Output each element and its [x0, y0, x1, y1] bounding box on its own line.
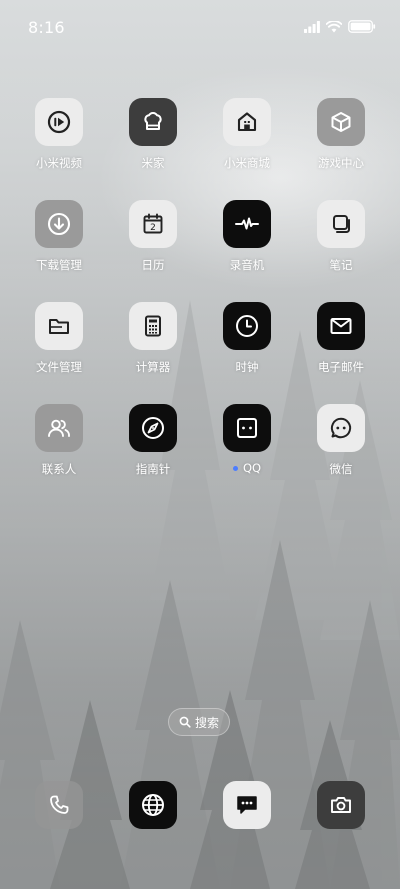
search-label: 搜索: [194, 715, 219, 730]
app-label: 时钟: [235, 360, 259, 374]
store-house-icon[interactable]: [223, 98, 271, 146]
status-time: 8:16: [28, 18, 65, 37]
clock-icon[interactable]: [223, 302, 271, 350]
app-label: 联系人: [41, 462, 77, 476]
app-label: 小米商城: [224, 156, 270, 170]
status-icons: [304, 20, 376, 33]
app-label: 录音机: [229, 258, 265, 272]
app-label: 文件管理: [36, 360, 82, 374]
browser-globe-icon[interactable]: [129, 781, 177, 829]
folder-icon[interactable]: [35, 302, 83, 350]
qq-icon[interactable]: [223, 404, 271, 452]
app-label: 微信: [329, 462, 353, 476]
battery-icon: [348, 20, 376, 33]
cube-icon[interactable]: [317, 98, 365, 146]
app-recorder[interactable]: 录音机: [200, 200, 294, 302]
dock-phone[interactable]: [12, 781, 106, 829]
app-label: 指南针: [135, 462, 171, 476]
dock: [12, 781, 388, 829]
contacts-icon[interactable]: [35, 404, 83, 452]
compass-icon[interactable]: [129, 404, 177, 452]
app-label: 米家: [141, 156, 165, 170]
app-notes[interactable]: 笔记: [294, 200, 388, 302]
play-circle-icon[interactable]: [35, 98, 83, 146]
phone-icon[interactable]: [35, 781, 83, 829]
calculator-icon[interactable]: [129, 302, 177, 350]
app-contacts[interactable]: 联系人: [12, 404, 106, 506]
app-label: QQ: [232, 461, 262, 475]
camera-icon[interactable]: [317, 781, 365, 829]
app-clock[interactable]: 时钟: [200, 302, 294, 404]
app-mi-store[interactable]: 小米商城: [200, 98, 294, 200]
app-mi-video[interactable]: 小米视频: [12, 98, 106, 200]
chef-hat-icon[interactable]: [129, 98, 177, 146]
dock-browser[interactable]: [106, 781, 200, 829]
search-button[interactable]: 搜索: [168, 708, 230, 736]
new-badge-dot: [232, 465, 238, 471]
search-icon: [179, 716, 191, 728]
app-grid: 小米视频 米家 小米商城 游戏中心 下载管理 2 日历 录音机 笔记 文件管理 …: [12, 98, 388, 506]
wifi-icon: [326, 20, 342, 32]
app-mijia[interactable]: 米家: [106, 98, 200, 200]
app-label: 电子邮件: [318, 360, 364, 374]
dock-camera[interactable]: [294, 781, 388, 829]
messages-icon[interactable]: [223, 781, 271, 829]
status-bar: 8:16: [0, 0, 400, 56]
app-label: 笔记: [329, 258, 353, 272]
app-label: 小米视频: [36, 156, 82, 170]
app-label-text: QQ: [242, 461, 262, 475]
app-label: 游戏中心: [318, 156, 364, 170]
app-calculator[interactable]: 计算器: [106, 302, 200, 404]
mail-icon[interactable]: [317, 302, 365, 350]
app-game-center[interactable]: 游戏中心: [294, 98, 388, 200]
wechat-icon[interactable]: [317, 404, 365, 452]
notes-icon[interactable]: [317, 200, 365, 248]
app-file-manager[interactable]: 文件管理: [12, 302, 106, 404]
app-label: 下载管理: [36, 258, 82, 272]
download-icon[interactable]: [35, 200, 83, 248]
app-label: 计算器: [135, 360, 171, 374]
calendar-day: 2: [150, 223, 156, 233]
app-label: 日历: [141, 258, 165, 272]
waveform-icon[interactable]: [223, 200, 271, 248]
calendar-icon[interactable]: 2: [129, 200, 177, 248]
app-qq[interactable]: QQ: [200, 404, 294, 506]
app-wechat[interactable]: 微信: [294, 404, 388, 506]
app-calendar[interactable]: 2 日历: [106, 200, 200, 302]
app-compass[interactable]: 指南针: [106, 404, 200, 506]
signal-icon: [304, 20, 320, 33]
app-download-manager[interactable]: 下载管理: [12, 200, 106, 302]
dock-messages[interactable]: [200, 781, 294, 829]
app-email[interactable]: 电子邮件: [294, 302, 388, 404]
